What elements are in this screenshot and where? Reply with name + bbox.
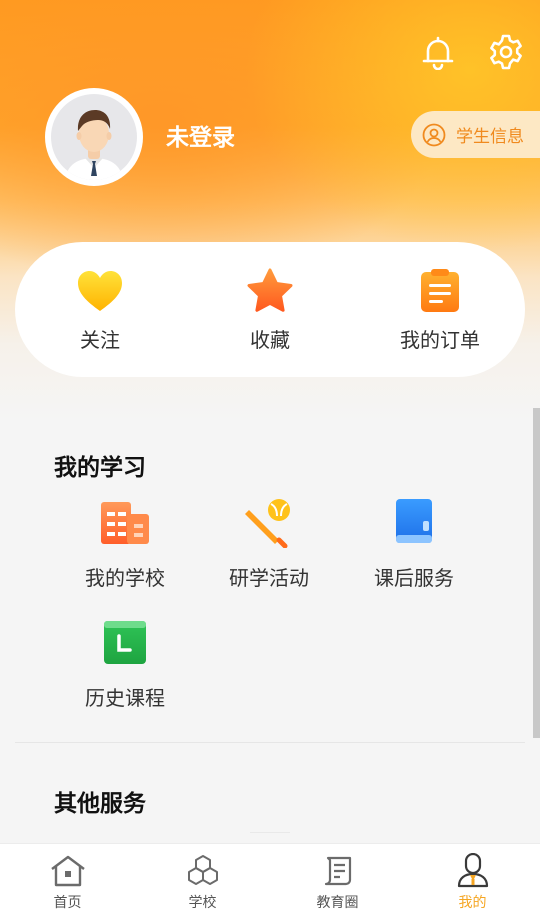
avatar-image [51,94,137,180]
course-history-button[interactable]: 历史课程 [60,614,190,711]
tab-mine-label: 我的 [458,895,487,911]
tab-home[interactable]: 首页 [0,844,135,918]
study-activities-button[interactable]: 研学活动 [204,494,334,591]
my-orders-button[interactable]: 我的订单 [365,266,515,353]
section-divider [15,742,525,743]
tab-education-circle[interactable]: 教育圈 [270,844,405,918]
content-edge [250,832,290,833]
favorites-label: 收藏 [250,328,290,352]
star-icon [245,266,295,316]
document-icon [318,852,358,890]
profile-icon [453,852,493,890]
quick-actions-card: 关注 收藏 我的订单 [15,242,525,377]
after-school-service-button[interactable]: 课后服务 [349,494,479,591]
study-activities-label: 研学活动 [229,566,309,590]
home-icon [48,852,88,890]
follow-label: 关注 [80,328,120,352]
student-info-button[interactable]: 学生信息 [411,111,540,158]
clock-icon [97,614,153,670]
my-orders-label: 我的订单 [400,328,480,352]
user-circle-icon [422,123,446,147]
bell-icon[interactable] [418,32,458,72]
after-school-service-label: 课后服务 [374,566,454,590]
follow-button[interactable]: 关注 [25,266,175,353]
book-icon [386,494,442,550]
course-history-label: 历史课程 [85,686,165,710]
tab-home-label: 首页 [53,895,82,911]
other-services-title: 其他服务 [54,791,146,817]
tab-mine[interactable]: 我的 [405,844,540,918]
tab-school[interactable]: 学校 [135,844,270,918]
scrollbar[interactable] [533,408,540,738]
tab-education-circle-label: 教育圈 [316,895,359,911]
bottom-tab-bar: 首页 学校 教育圈 我的 [0,843,540,918]
sports-bat-icon [241,494,297,550]
avatar[interactable] [45,88,143,186]
favorites-button[interactable]: 收藏 [195,266,345,353]
building-icon [97,494,153,550]
my-school-label: 我的学校 [85,566,165,590]
tab-school-label: 学校 [188,895,217,911]
my-school-button[interactable]: 我的学校 [60,494,190,591]
student-info-label: 学生信息 [456,127,524,147]
cubes-icon [183,852,223,890]
order-icon [415,266,465,316]
heart-icon [75,266,125,316]
login-status-text[interactable]: 未登录 [166,118,235,152]
gear-icon[interactable] [486,32,526,72]
my-learning-title: 我的学习 [54,455,146,481]
